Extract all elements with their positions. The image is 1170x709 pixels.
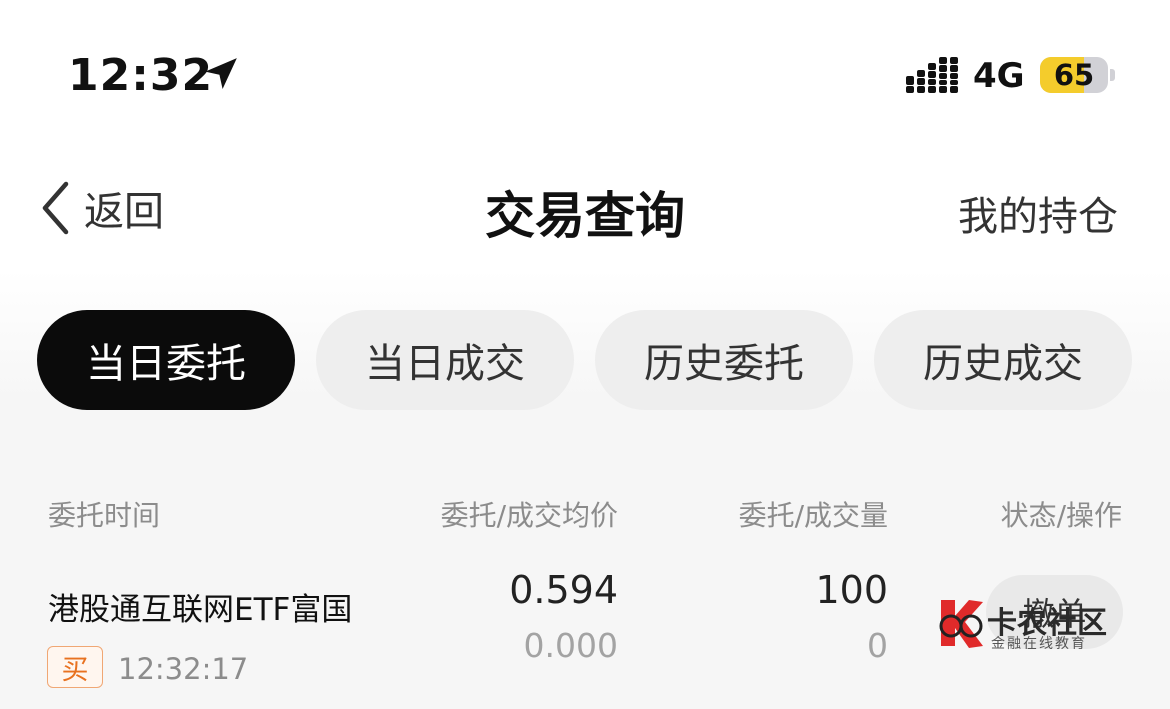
order-quantity: 100 <box>815 568 888 612</box>
tab-history-deals[interactable]: 历史成交 <box>874 310 1132 410</box>
battery-icon: 65 <box>1040 57 1108 93</box>
cellular-signal-icon <box>906 57 958 93</box>
column-header-price: 委托/成交均价 <box>440 499 618 532</box>
column-header-quantity: 委托/成交量 <box>738 499 888 532</box>
query-tabs: 当日委托 当日成交 历史委托 历史成交 <box>37 310 1153 410</box>
order-price: 0.594 <box>509 568 618 612</box>
deal-avg-price: 0.000 <box>523 626 618 665</box>
battery-percentage: 65 <box>1053 58 1095 92</box>
watermark-tagline: 金融在线教育 <box>991 636 1087 652</box>
location-arrow-icon <box>205 58 237 90</box>
status-time: 12:32 <box>68 50 214 101</box>
network-type: 4G <box>973 56 1025 96</box>
column-header-status: 状态/操作 <box>1000 499 1122 532</box>
my-holdings-link[interactable]: 我的持仓 <box>958 184 1118 242</box>
tab-today-deals[interactable]: 当日成交 <box>316 310 574 410</box>
column-header-order-time: 委托时间 <box>48 499 161 532</box>
watermark: 卡农社区 金融在线教育 <box>935 596 1110 654</box>
tab-history-orders[interactable]: 历史委托 <box>595 310 853 410</box>
watermark-logo-icon <box>939 600 983 648</box>
tab-today-orders[interactable]: 当日委托 <box>37 310 295 410</box>
stock-name: 港股通互联网ETF富国 <box>48 592 353 628</box>
buy-badge: 买 <box>47 646 103 688</box>
order-time: 12:32:17 <box>118 652 249 686</box>
battery-cap <box>1110 69 1115 81</box>
deal-quantity: 0 <box>867 626 888 665</box>
